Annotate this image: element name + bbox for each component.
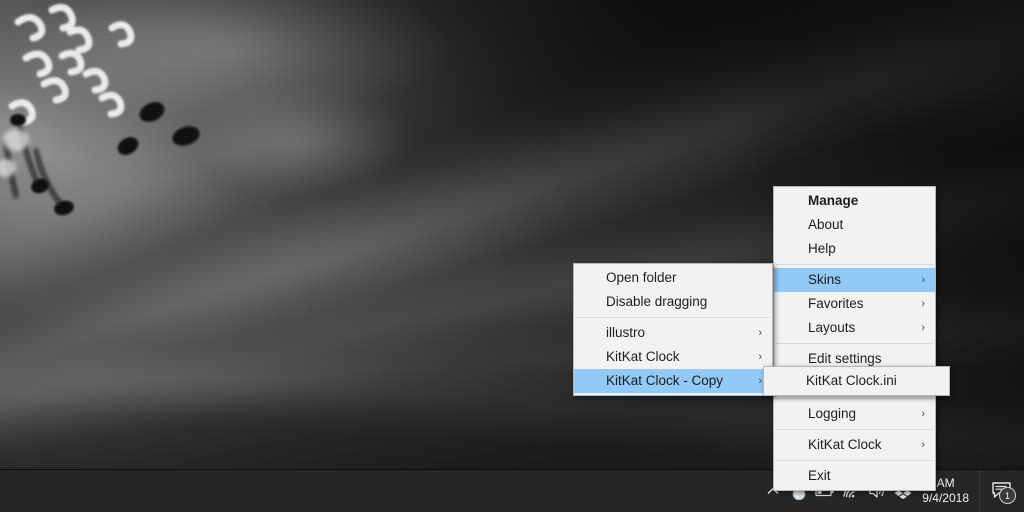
chevron-right-icon: ›	[758, 351, 762, 363]
menu-item-label: Manage	[808, 193, 859, 208]
menu-item-kitkat-clock-copy[interactable]: KitKat Clock - Copy ›	[574, 369, 772, 393]
desktop-screen: 0 B/s 0 B/s	[0, 0, 1024, 512]
notification-center-button[interactable]: 1	[979, 470, 1024, 512]
rainmeter-context-menu[interactable]: Manage About Help Skins › Favorites › La…	[773, 186, 936, 491]
menu-item-kitkat-clock[interactable]: KitKat Clock ›	[774, 433, 935, 457]
menu-item-disable-dragging[interactable]: Disable dragging	[574, 290, 772, 314]
menu-separator	[776, 460, 933, 461]
menu-item-label: KitKat Clock.ini	[806, 373, 897, 388]
menu-item-open-folder[interactable]: Open folder	[574, 266, 772, 290]
skins-submenu[interactable]: Open folder Disable dragging illustro › …	[573, 263, 773, 396]
menu-item-manage[interactable]: Manage	[774, 189, 935, 213]
menu-item-label: Exit	[808, 468, 831, 483]
menu-item-label: Layouts	[808, 320, 856, 335]
taskbar-date: 9/4/2018	[922, 491, 969, 505]
menu-item-label: Edit settings	[808, 351, 882, 366]
menu-item-label: Open folder	[606, 270, 677, 285]
menu-item-label: KitKat Clock - Copy	[606, 373, 724, 388]
menu-item-kitkat-clock-ini[interactable]: KitKat Clock.ini	[764, 369, 949, 393]
chevron-right-icon: ›	[921, 322, 925, 334]
chevron-right-icon: ›	[921, 408, 925, 420]
menu-item-label: Skins	[808, 272, 842, 287]
menu-item-label: About	[808, 217, 844, 232]
menu-separator	[776, 398, 933, 399]
menu-item-skins[interactable]: Skins ›	[774, 268, 935, 292]
skin-file-submenu[interactable]: KitKat Clock.ini	[763, 366, 950, 396]
menu-item-favorites[interactable]: Favorites ›	[774, 292, 935, 316]
chevron-right-icon: ›	[921, 298, 925, 310]
notification-count-badge: 1	[999, 487, 1016, 504]
menu-item-label: Help	[808, 241, 836, 256]
menu-item-label: illustro	[606, 325, 646, 340]
menu-item-label: Logging	[808, 406, 857, 421]
menu-item-illustro[interactable]: illustro ›	[574, 321, 772, 345]
menu-item-kitkat-clock-skin[interactable]: KitKat Clock ›	[574, 345, 772, 369]
chevron-right-icon: ›	[921, 274, 925, 286]
menu-item-label: KitKat Clock	[808, 437, 882, 452]
menu-item-label: KitKat Clock	[606, 349, 680, 364]
menu-separator	[776, 343, 933, 344]
menu-item-exit[interactable]: Exit	[774, 464, 935, 488]
menu-item-layouts[interactable]: Layouts ›	[774, 316, 935, 340]
menu-item-help[interactable]: Help	[774, 237, 935, 261]
menu-separator	[776, 429, 933, 430]
menu-separator	[576, 317, 770, 318]
chevron-right-icon: ›	[758, 375, 762, 387]
menu-separator	[776, 264, 933, 265]
menu-item-about[interactable]: About	[774, 213, 935, 237]
menu-item-logging[interactable]: Logging ›	[774, 402, 935, 426]
chevron-right-icon: ›	[758, 327, 762, 339]
menu-item-label: Disable dragging	[606, 294, 708, 309]
chevron-right-icon: ›	[921, 439, 925, 451]
taskbar-time: AM	[936, 476, 955, 490]
menu-item-label: Favorites	[808, 296, 864, 311]
